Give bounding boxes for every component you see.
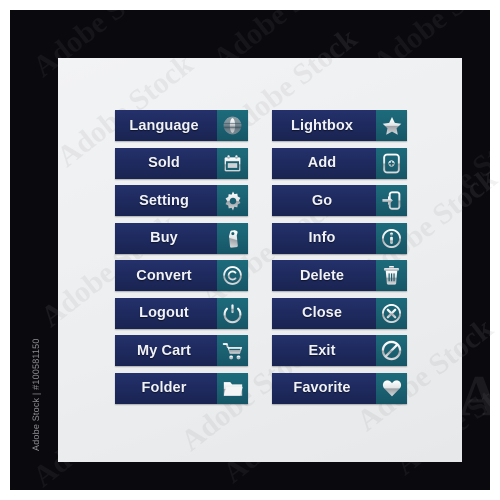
star-icon: [376, 110, 407, 141]
screenshot-canvas: Adobe Stock Adobe Stock Adobe Stock Adob…: [0, 0, 500, 500]
heart-icon: [376, 372, 407, 404]
button-exit[interactable]: Exit: [272, 335, 407, 366]
black-frame: Adobe Stock Adobe Stock Adobe Stock Adob…: [10, 0, 500, 494]
button-label: Favorite: [272, 372, 376, 404]
trash-icon: [376, 260, 407, 291]
copyright-icon: [217, 260, 248, 291]
column-gap: [248, 373, 272, 411]
login-arrow-icon: [376, 185, 407, 216]
button-label: Exit: [272, 335, 376, 366]
column-gap: [248, 110, 272, 148]
button-info[interactable]: Info: [272, 222, 407, 254]
button-label: Add: [272, 147, 376, 179]
add-box-icon: [376, 147, 407, 179]
shopping-cart-icon: [217, 335, 248, 366]
info-circle-icon: [376, 222, 407, 254]
button-setting[interactable]: Setting: [115, 185, 248, 216]
column-gap: [248, 298, 272, 336]
button-go[interactable]: Go: [272, 185, 407, 216]
button-favorite[interactable]: Favorite: [272, 372, 407, 404]
adobe-logo-watermark: A: [458, 363, 500, 428]
button-label: Info: [272, 222, 376, 254]
power-icon: [217, 297, 248, 329]
gear-icon: [217, 185, 248, 216]
button-my-cart[interactable]: My Cart: [115, 335, 248, 366]
button-add[interactable]: Add: [272, 147, 407, 179]
button-folder[interactable]: Folder: [115, 372, 248, 404]
button-label: Logout: [115, 297, 217, 329]
close-circle-icon: [376, 297, 407, 329]
button-label: Language: [115, 110, 217, 141]
button-sold[interactable]: Sold: [115, 147, 248, 179]
column-gap: [248, 185, 272, 223]
button-lightbox[interactable]: Lightbox: [272, 110, 407, 141]
column-gap: [248, 335, 272, 373]
button-label: Setting: [115, 185, 217, 216]
button-label: Buy: [115, 222, 217, 254]
folder-icon: [217, 372, 248, 404]
calendar-icon: [217, 147, 248, 179]
button-close[interactable]: Close: [272, 297, 407, 329]
column-gap: [248, 260, 272, 298]
button-label: Folder: [115, 372, 217, 404]
button-label: Lightbox: [272, 110, 376, 141]
stock-credit-watermark: Adobe Stock | #100581150: [31, 338, 41, 451]
button-set-panel: Adobe Stock Adobe Stock Adobe Stock Adob…: [35, 22, 500, 462]
button-convert[interactable]: Convert: [115, 260, 248, 291]
button-label: Go: [272, 185, 376, 216]
button-label: Close: [272, 297, 376, 329]
prohibited-icon: [376, 335, 407, 366]
button-label: My Cart: [115, 335, 217, 366]
button-language[interactable]: Language: [115, 110, 248, 141]
globe-icon: [217, 110, 248, 141]
button-label: Delete: [272, 260, 376, 291]
price-tag-icon: [217, 222, 248, 254]
button-label: Sold: [115, 147, 217, 179]
button-logout[interactable]: Logout: [115, 297, 248, 329]
button-label: Convert: [115, 260, 217, 291]
button-grid: Language Lightbox Sold Add Setting Go Buy Info C…: [115, 110, 407, 410]
button-delete[interactable]: Delete: [272, 260, 407, 291]
column-gap: [248, 148, 272, 186]
button-buy[interactable]: Buy: [115, 222, 248, 254]
column-gap: [248, 223, 272, 261]
